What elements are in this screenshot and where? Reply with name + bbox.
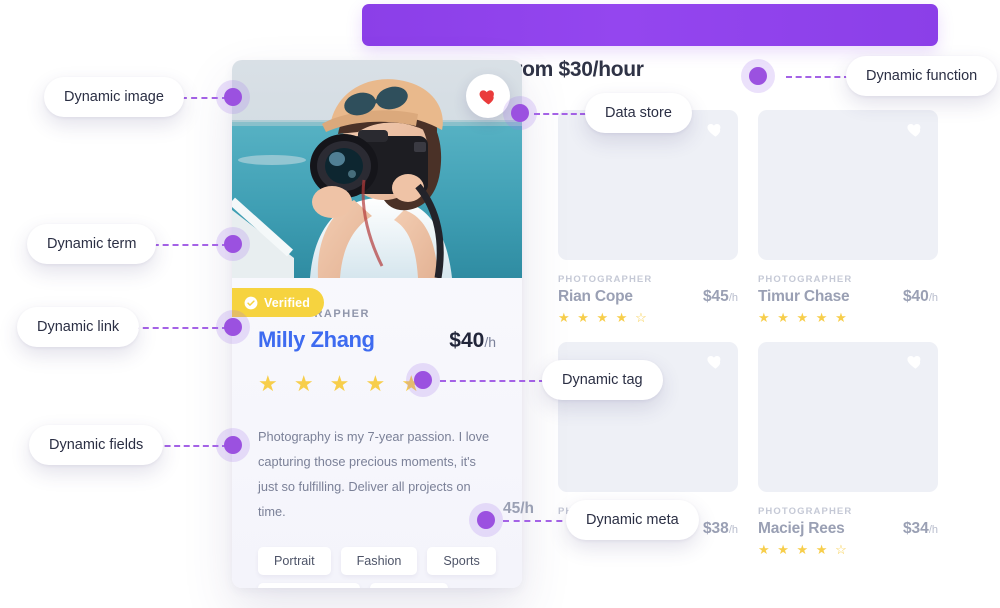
- featured-description: Photography is my 7-year passion. I love…: [258, 429, 490, 519]
- annotation-label: Dynamic term: [47, 236, 137, 252]
- annotation-dynamic-function[interactable]: Dynamic function: [846, 56, 998, 96]
- connector-line: [440, 380, 545, 382]
- card-role: PHOTOGRAPHER: [558, 274, 653, 285]
- card-thumbnail: [758, 110, 938, 260]
- connector-line: [534, 113, 586, 115]
- card-name[interactable]: Rian Cope: [558, 288, 633, 306]
- annotation-dynamic-term[interactable]: Dynamic term: [27, 224, 157, 264]
- annotation-dynamic-link[interactable]: Dynamic link: [17, 307, 140, 347]
- annotation-label: Dynamic fields: [49, 437, 144, 453]
- listing-heading-strong: from $30/hour: [507, 58, 644, 81]
- featured-name-row: Milly Zhang $40/h: [258, 327, 496, 353]
- featured-name-link[interactable]: Milly Zhang: [258, 327, 375, 353]
- tag-chip[interactable]: Portrait: [258, 546, 331, 575]
- annotation-dot-dynamic-meta[interactable]: [469, 503, 503, 537]
- card-name-row: Maciej Rees $34/h: [758, 520, 938, 538]
- annotation-data-store[interactable]: Data store: [585, 93, 692, 133]
- card-rating-stars: ★ ★ ★ ★ ★: [758, 310, 849, 325]
- card-name-row: Timur Chase $40/h: [758, 288, 938, 306]
- card-role: PHOTOGRAPHER: [758, 506, 853, 517]
- heart-icon: [479, 89, 494, 104]
- photographer-card[interactable]: PHOTOGRAPHER Timur Chase $40/h ★ ★ ★ ★ ★: [758, 110, 938, 326]
- annotation-label: Dynamic function: [866, 68, 978, 84]
- annotation-dot-dynamic-function[interactable]: [741, 59, 775, 93]
- heart-icon[interactable]: [706, 120, 725, 139]
- card-rating-stars: ★ ★ ★ ★ ☆: [558, 310, 649, 325]
- annotation-dot-dynamic-image[interactable]: [216, 80, 250, 114]
- featured-rate: $40/h: [449, 329, 496, 352]
- tag-chip[interactable]: Architectural: [258, 582, 360, 588]
- verified-badge: Verified: [232, 288, 324, 317]
- occluded-card-rate: 45/h: [503, 500, 535, 517]
- card-rate: $45/h: [702, 288, 738, 305]
- check-badge-icon: [244, 296, 258, 309]
- annotation-dynamic-meta[interactable]: Dynamic meta: [566, 500, 699, 540]
- featured-card-body: PHOTOGRAPHER Milly Zhang $40/h ★ ★ ★ ★ ★…: [232, 278, 522, 588]
- annotation-label: Dynamic link: [37, 319, 120, 335]
- featured-rating-stars: ★ ★ ★ ★ ★: [258, 371, 427, 396]
- annotation-label: Data store: [605, 105, 672, 121]
- app-header-bar: [362, 4, 938, 46]
- verified-label: Verified: [264, 295, 310, 310]
- tag-chip[interactable]: Editorial: [370, 582, 448, 588]
- heart-icon[interactable]: [906, 120, 925, 139]
- card-rate: $40/h: [902, 288, 938, 305]
- annotation-label: Dynamic image: [64, 89, 164, 105]
- annotation-dot-data-store[interactable]: [503, 96, 537, 130]
- annotation-dot-dynamic-tag[interactable]: [406, 363, 440, 397]
- photographer-card[interactable]: PHOTOGRAPHER Maciej Rees $34/h ★ ★ ★ ★ ☆: [758, 342, 938, 558]
- card-rate: $34/h: [902, 520, 938, 537]
- screenshot-root: ographers from $30/hour PHOTOGRAPHER Ria…: [0, 0, 1000, 608]
- card-name-row: Rian Cope $45/h: [558, 288, 738, 306]
- annotation-label: Dynamic meta: [586, 512, 679, 528]
- heart-icon[interactable]: [706, 352, 725, 371]
- annotation-dynamic-fields[interactable]: Dynamic fields: [29, 425, 164, 465]
- annotation-dynamic-image[interactable]: Dynamic image: [44, 77, 184, 117]
- connector-line: [786, 76, 850, 78]
- card-name[interactable]: Timur Chase: [758, 288, 850, 306]
- annotation-dot-dynamic-link[interactable]: [216, 310, 250, 344]
- photographer-card[interactable]: PHOTOGRAPHER Rian Cope $45/h ★ ★ ★ ★ ☆: [558, 110, 738, 326]
- card-role: PHOTOGRAPHER: [758, 274, 853, 285]
- card-name[interactable]: Maciej Rees: [758, 520, 845, 538]
- annotation-dynamic-tag[interactable]: Dynamic tag: [542, 360, 663, 400]
- featured-tag-list: Portrait Fashion Sports Architectural Ed…: [258, 546, 496, 588]
- heart-icon[interactable]: [906, 352, 925, 371]
- annotation-label: Dynamic tag: [562, 372, 643, 388]
- tag-chip[interactable]: Sports: [427, 546, 496, 575]
- card-thumbnail: [758, 342, 938, 492]
- card-rating-stars: ★ ★ ★ ★ ☆: [758, 542, 849, 557]
- annotation-dot-dynamic-term[interactable]: [216, 227, 250, 261]
- connector-line: [503, 520, 573, 522]
- card-rate: $38/h: [702, 520, 738, 537]
- annotation-dot-dynamic-fields[interactable]: [216, 428, 250, 462]
- tag-chip[interactable]: Fashion: [340, 546, 418, 575]
